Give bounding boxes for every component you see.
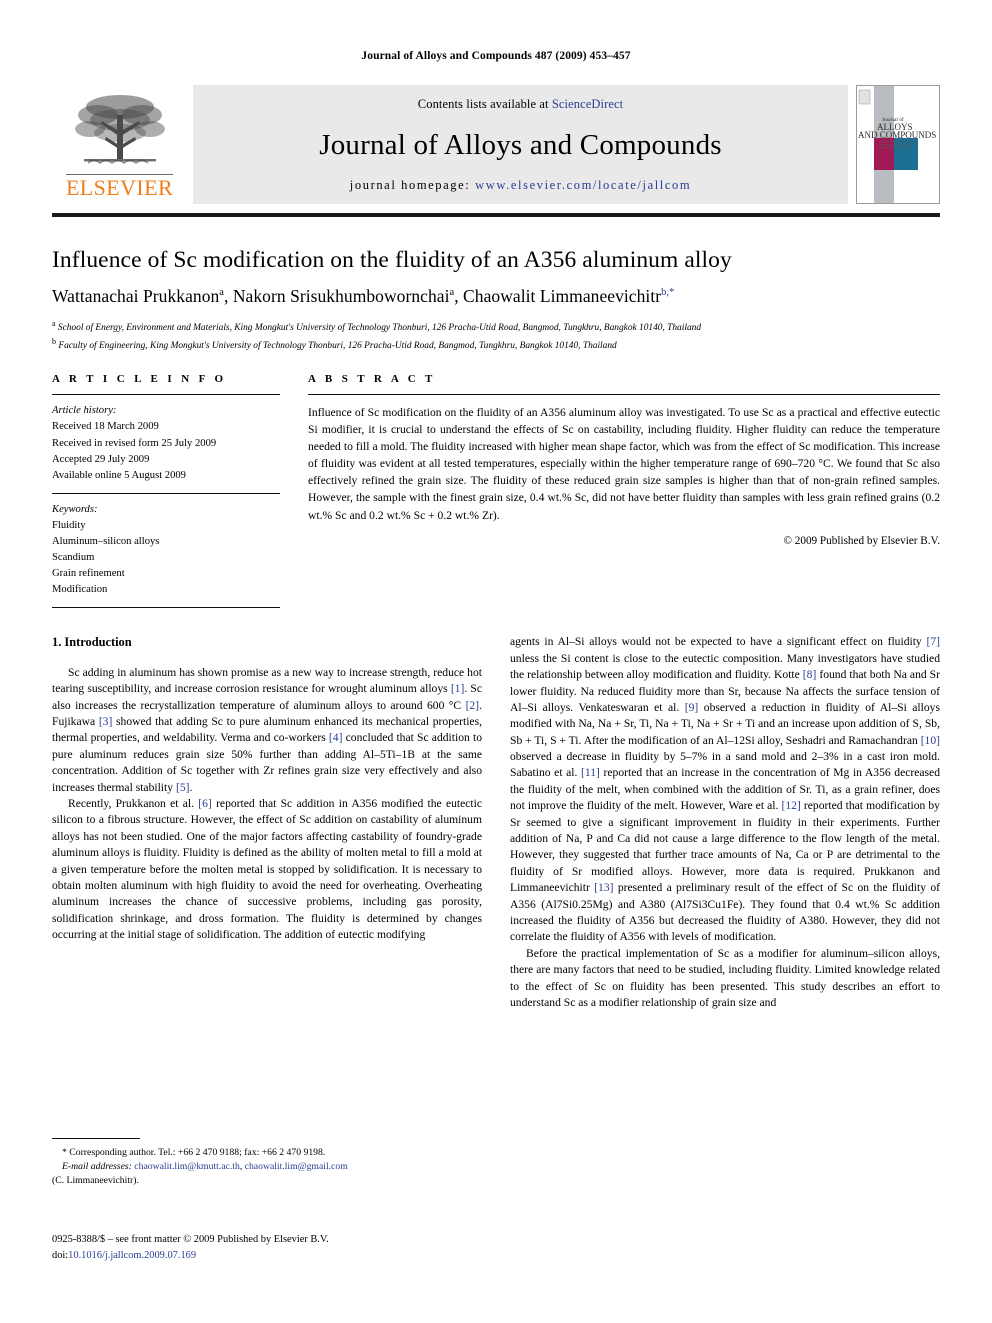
elsevier-wordmark: ELSEVIER (65, 174, 174, 200)
doi-line: doi:10.1016/j.jallcom.2009.07.169 (52, 1248, 329, 1264)
email-link-2[interactable]: chaowalit.lim@gmail.com (245, 1161, 348, 1172)
journal-masthead: ELSEVIER Contents lists available at Sci… (52, 85, 940, 204)
affiliation-b: b Faculty of Engineering, King Mongkut's… (52, 336, 617, 351)
keywords-header: Keywords: (52, 503, 98, 515)
paragraph: Recently, Prukkanon et al. [6] reported … (52, 797, 482, 942)
article-info-label: A R T I C L E I N F O (52, 373, 227, 386)
contents-available-line: Contents lists available at ScienceDirec… (418, 97, 623, 112)
corresponding-marker: * (62, 1147, 67, 1158)
issn-footer: 0925-8388/$ – see front matter © 2009 Pu… (52, 1232, 329, 1263)
journal-cover-thumbnail: Journal of ALLOYS AND COMPOUNDS (856, 85, 940, 204)
footnote-zone: * Corresponding author. Tel.: +66 2 470 … (52, 1138, 476, 1188)
article-info-bottom-rule (52, 607, 280, 609)
homepage-prefix: journal homepage: (349, 178, 476, 192)
corresponding-author-line: * Corresponding author. Tel.: +66 2 470 … (52, 1146, 476, 1160)
corresponding-text: Corresponding author. Tel.: +66 2 470 91… (69, 1147, 326, 1158)
cover-artwork: Journal of ALLOYS AND COMPOUNDS (857, 86, 937, 203)
issn-line: 0925-8388/$ – see front matter © 2009 Pu… (52, 1234, 329, 1245)
keyword-item: Aluminum–silicon alloys (52, 535, 160, 547)
keyword-item: Scandium (52, 552, 95, 564)
masthead-bottom-rule (52, 213, 940, 217)
journal-homepage-line: journal homepage: www.elsevier.com/locat… (350, 178, 691, 193)
history-item: Available online 5 August 2009 (52, 469, 186, 481)
history-item: Received 18 March 2009 (52, 421, 159, 433)
email-line: E-mail addresses: chaowalit.lim@kmutt.ac… (52, 1160, 476, 1174)
affiliations: a School of Energy, Environment and Mate… (52, 318, 940, 353)
abstract-text: Influence of Sc modification on the flui… (308, 406, 940, 522)
paragraph: agents in Al–Si alloys would not be expe… (510, 635, 941, 944)
abstract-label: A B S T R A C T (308, 373, 436, 386)
history-item: Accepted 29 July 2009 (52, 453, 150, 465)
article-info-column: A R T I C L E I N F O Article history: R… (52, 373, 280, 609)
contents-prefix: Contents lists available at (417, 97, 552, 111)
abstract-column: A B S T R A C T Influence of Sc modifica… (308, 373, 940, 608)
journal-title: Journal of Alloys and Compounds (319, 128, 722, 161)
keyword-item: Fluidity (52, 519, 86, 531)
keyword-item: Grain refinement (52, 568, 125, 580)
article-page: Journal of Alloys and Compounds 487 (200… (0, 0, 992, 1323)
corresponding-author-note: * Corresponding author. Tel.: +66 2 470 … (52, 1146, 476, 1188)
author-list: Wattanachai Prukkanona, Nakorn Srisukhum… (52, 286, 675, 307)
history-item: Received in revised form 25 July 2009 (52, 437, 217, 449)
footnote-rule (52, 1138, 140, 1139)
elsevier-logo-block: ELSEVIER (52, 85, 187, 204)
body-columns: 1. Introduction Sc adding in aluminum ha… (52, 634, 940, 1011)
doi-link[interactable]: 10.1016/j.jallcom.2009.07.169 (68, 1250, 196, 1261)
abstract-copyright: © 2009 Published by Elsevier B.V. (783, 534, 940, 547)
article-history: Article history: Received 18 March 2009 … (52, 395, 280, 492)
section-heading-introduction: 1. Introduction (52, 635, 132, 650)
paragraph: Before the practical implementation of S… (510, 946, 940, 1009)
homepage-link[interactable]: www.elsevier.com/locate/jallcom (475, 178, 691, 192)
elsevier-tree-icon (74, 95, 165, 165)
affiliation-b-text: Faculty of Engineering, King Mongkut's U… (58, 340, 617, 351)
paragraph: Sc adding in aluminum has shown promise … (52, 665, 482, 794)
doi-label: doi: (52, 1249, 69, 1261)
svg-text:AND COMPOUNDS: AND COMPOUNDS (858, 130, 936, 140)
email-link-1[interactable]: chaowalit.lim@kmutt.ac.th (134, 1161, 240, 1172)
body-column-left: 1. Introduction Sc adding in aluminum ha… (52, 634, 482, 1011)
masthead-center: Contents lists available at ScienceDirec… (193, 85, 848, 204)
email-attribution: (C. Limmaneevichitr). (52, 1175, 139, 1187)
info-abstract-block: A R T I C L E I N F O Article history: R… (52, 373, 940, 609)
article-history-header: Article history: (52, 405, 117, 417)
sciencedirect-link[interactable]: ScienceDirect (552, 97, 623, 111)
affiliation-a-text: School of Energy, Environment and Materi… (57, 323, 702, 334)
affiliation-a: a School of Energy, Environment and Mate… (52, 319, 702, 334)
email-label: E-mail addresses: (62, 1161, 132, 1173)
keywords-block: Keywords: Fluidity Aluminum–silicon allo… (52, 494, 280, 599)
keyword-item: Modification (52, 584, 108, 596)
running-head: Journal of Alloys and Compounds 487 (200… (361, 50, 631, 62)
page-title: Influence of Sc modification on the flui… (52, 247, 732, 273)
body-column-right: agents in Al–Si alloys would not be expe… (510, 634, 940, 1011)
